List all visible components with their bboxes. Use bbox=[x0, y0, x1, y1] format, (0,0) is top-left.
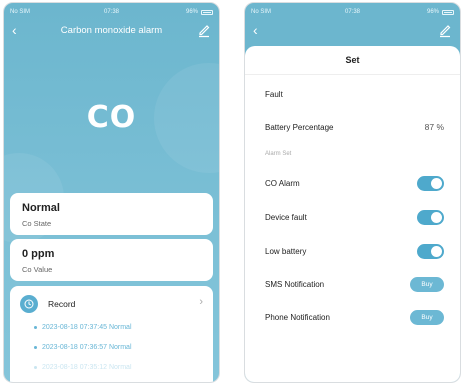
sms-notification-label: SMS Notification bbox=[265, 279, 325, 289]
nav-bar: ‹ bbox=[245, 20, 460, 40]
battery-percent: 96% bbox=[185, 9, 198, 15]
chevron-right-icon[interactable]: › bbox=[199, 296, 203, 308]
bullet-icon bbox=[34, 326, 37, 329]
bullet-icon bbox=[34, 346, 37, 349]
back-arrow-icon[interactable]: ‹ bbox=[253, 22, 258, 38]
device-fault-label: Device fault bbox=[265, 212, 307, 222]
clock-text: 07:38 bbox=[344, 9, 361, 15]
back-arrow-icon[interactable]: ‹ bbox=[12, 22, 17, 38]
clock-text: 07:38 bbox=[103, 9, 120, 15]
battery-icon bbox=[442, 9, 454, 15]
page-title: Carbon monoxide alarm bbox=[60, 24, 163, 36]
low-battery-toggle[interactable] bbox=[417, 243, 444, 259]
divider bbox=[245, 74, 460, 75]
record-item-text: 2023-08-18 07:37:45 Normal bbox=[42, 324, 132, 331]
record-card[interactable]: Record › 2023-08-18 07:37:45 Normal 2023… bbox=[10, 286, 213, 382]
record-title: Record bbox=[48, 299, 76, 309]
edit-icon[interactable] bbox=[197, 22, 211, 38]
co-alarm-toggle[interactable] bbox=[417, 175, 444, 191]
co-state-card: Normal Co State bbox=[10, 193, 213, 235]
record-item-text: 2023-08-18 07:35:12 Normal bbox=[42, 364, 132, 371]
phone-buy-button[interactable]: Buy bbox=[410, 309, 444, 325]
battery-icon bbox=[201, 9, 213, 15]
device-fault-toggle[interactable] bbox=[417, 209, 444, 225]
clock-icon bbox=[20, 295, 38, 313]
fault-label: Fault bbox=[265, 89, 283, 99]
status-bar: No SIM 07:38 96% bbox=[10, 7, 213, 17]
battery-percentage-value: 87 % bbox=[424, 122, 444, 132]
settings-sheet: Set Fault Battery Percentage 87 % Alarm … bbox=[245, 46, 460, 382]
sms-notification-row: SMS Notification Buy bbox=[265, 275, 444, 293]
nav-bar: ‹ Carbon monoxide alarm bbox=[4, 20, 219, 40]
co-value-card: 0 ppm Co Value bbox=[10, 239, 213, 281]
low-battery-label: Low battery bbox=[265, 246, 307, 256]
co-alarm-label: CO Alarm bbox=[265, 178, 300, 188]
record-item[interactable]: 2023-08-18 07:36:57 Normal bbox=[34, 344, 132, 351]
co-value-label: Co Value bbox=[22, 265, 53, 274]
co-alarm-row: CO Alarm bbox=[265, 174, 444, 192]
co-alarm-screen: No SIM 07:38 96% ‹ Carbon monoxide alarm… bbox=[3, 2, 220, 383]
carrier-text: No SIM bbox=[10, 9, 31, 15]
status-bar: No SIM 07:38 96% bbox=[251, 7, 454, 17]
carrier-text: No SIM bbox=[251, 9, 272, 15]
record-item[interactable]: 2023-08-18 07:35:12 Normal bbox=[34, 364, 132, 371]
device-fault-row: Device fault bbox=[265, 208, 444, 226]
fault-row[interactable]: Fault bbox=[265, 85, 444, 103]
phone-notification-label: Phone Notification bbox=[265, 312, 330, 322]
phone-notification-row: Phone Notification Buy bbox=[265, 308, 444, 326]
settings-screen: No SIM 07:38 96% ‹ Set Fault Battery Per… bbox=[244, 2, 461, 383]
sheet-title: Set bbox=[345, 55, 360, 65]
co-big-label: CO bbox=[86, 100, 137, 135]
battery-percent: 96% bbox=[426, 9, 439, 15]
battery-percentage-label: Battery Percentage bbox=[265, 122, 334, 132]
co-state-value: Normal bbox=[22, 202, 60, 214]
record-item-text: 2023-08-18 07:36:57 Normal bbox=[42, 344, 132, 351]
bullet-icon bbox=[34, 366, 37, 369]
record-item[interactable]: 2023-08-18 07:37:45 Normal bbox=[34, 324, 132, 331]
alarm-set-section-label: Alarm Set bbox=[265, 151, 292, 157]
low-battery-row: Low battery bbox=[265, 242, 444, 260]
edit-icon[interactable] bbox=[438, 22, 452, 38]
battery-percentage-row: Battery Percentage 87 % bbox=[265, 118, 444, 136]
co-value-value: 0 ppm bbox=[22, 248, 55, 260]
co-state-label: Co State bbox=[22, 219, 52, 228]
sms-buy-button[interactable]: Buy bbox=[410, 276, 444, 292]
